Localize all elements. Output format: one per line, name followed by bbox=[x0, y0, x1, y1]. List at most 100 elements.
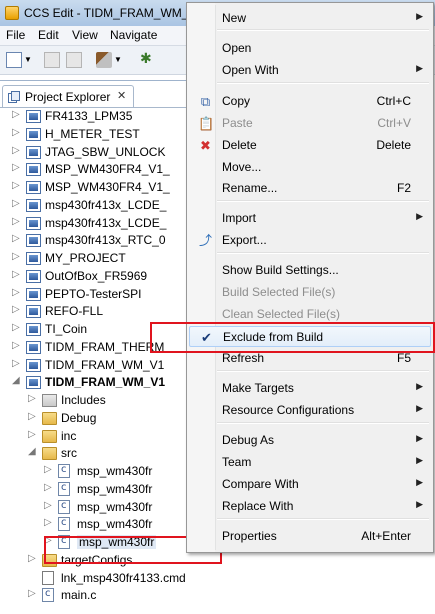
collapsed-arrow-icon[interactable]: ▷ bbox=[12, 304, 22, 315]
debug-bug-icon[interactable]: ✱ bbox=[140, 50, 156, 66]
project-item[interactable]: ▷ JTAG_SBW_UNLOCK bbox=[0, 144, 200, 162]
project-item[interactable]: ▷ H_METER_TEST bbox=[0, 126, 200, 144]
menu-item-label: Move... bbox=[222, 160, 262, 174]
close-icon[interactable]: ✕ bbox=[117, 89, 126, 102]
collapsed-arrow-icon[interactable]: ▷ bbox=[12, 198, 22, 209]
collapsed-arrow-icon[interactable]: ▷ bbox=[28, 393, 38, 404]
menu-item-export[interactable]: ⤴ Export... bbox=[189, 230, 431, 251]
tree-item[interactable]: lnk_msp430fr4133.cmd bbox=[0, 570, 200, 588]
menu-edit[interactable]: Edit bbox=[38, 28, 59, 42]
tree-item-label: src bbox=[61, 446, 77, 461]
collapsed-arrow-icon[interactable]: ▷ bbox=[28, 588, 38, 599]
file-item[interactable]: ▷ msp_wm430fr bbox=[0, 516, 200, 534]
collapsed-arrow-icon[interactable]: ▷ bbox=[12, 162, 22, 173]
save-icon[interactable] bbox=[44, 52, 60, 68]
menu-item-shortcut: Ctrl+V bbox=[377, 116, 411, 130]
new-icon[interactable] bbox=[6, 52, 22, 68]
project-item[interactable]: ▷ MSP_WM430FR4_V1_ bbox=[0, 179, 200, 197]
menu-navigate[interactable]: Navigate bbox=[110, 28, 157, 42]
build-dropdown-icon[interactable]: ▼ bbox=[114, 55, 124, 71]
project-item[interactable]: ▷ REFO-FLL bbox=[0, 303, 200, 321]
collapsed-arrow-icon[interactable]: ▷ bbox=[12, 180, 22, 191]
tab-label: Project Explorer bbox=[25, 90, 111, 104]
menu-item-label: Show Build Settings... bbox=[222, 263, 339, 277]
project-item[interactable]: ◢ TIDM_FRAM_WM_V1 bbox=[0, 374, 200, 392]
menu-item-show-build-settings[interactable]: Show Build Settings... bbox=[189, 260, 431, 281]
collapsed-arrow-icon[interactable]: ▷ bbox=[44, 500, 54, 511]
tree-item-label: msp_wm430fr bbox=[77, 499, 153, 514]
collapsed-arrow-icon[interactable]: ▷ bbox=[28, 429, 38, 440]
tab-project-explorer[interactable]: Project Explorer ✕ bbox=[2, 85, 134, 108]
menu-file[interactable]: File bbox=[6, 28, 25, 42]
expanded-arrow-icon[interactable]: ◢ bbox=[28, 446, 38, 457]
menu-item-make-targets[interactable]: Make Targets ▶ bbox=[189, 378, 431, 399]
project-icon bbox=[26, 110, 41, 123]
expanded-arrow-icon[interactable]: ◢ bbox=[12, 375, 22, 386]
collapsed-arrow-icon[interactable]: ▷ bbox=[44, 517, 54, 528]
menu-item-label: Build Selected File(s) bbox=[222, 285, 336, 299]
collapsed-arrow-icon[interactable]: ▷ bbox=[12, 251, 22, 262]
build-hammer-icon[interactable] bbox=[96, 52, 112, 68]
menu-item-copy[interactable]: ⧉ Copy Ctrl+C bbox=[189, 91, 431, 112]
menu-item-open[interactable]: Open bbox=[189, 38, 431, 59]
new-dropdown-icon[interactable]: ▼ bbox=[24, 55, 34, 71]
menu-item-open-with[interactable]: Open With ▶ bbox=[189, 60, 431, 81]
project-item[interactable]: ▷ MSP_WM430FR4_V1_ bbox=[0, 161, 200, 179]
collapsed-arrow-icon[interactable]: ▷ bbox=[28, 411, 38, 422]
c-file-icon bbox=[58, 517, 70, 532]
collapsed-arrow-icon[interactable]: ▷ bbox=[12, 340, 22, 351]
includes-icon bbox=[42, 394, 57, 407]
menu-item-rename[interactable]: Rename... F2 bbox=[189, 178, 431, 199]
collapsed-arrow-icon[interactable]: ▷ bbox=[12, 322, 22, 333]
file-item[interactable]: ▷ msp_wm430fr bbox=[0, 463, 200, 481]
collapsed-arrow-icon[interactable]: ▷ bbox=[12, 216, 22, 227]
paste-icon: 📋 bbox=[198, 116, 215, 131]
collapsed-arrow-icon[interactable]: ▷ bbox=[12, 287, 22, 298]
submenu-arrow-icon: ▶ bbox=[416, 477, 423, 487]
menu-item-new[interactable]: New ▶ bbox=[189, 8, 431, 29]
menu-item-replace-with[interactable]: Replace With ▶ bbox=[189, 496, 431, 517]
collapsed-arrow-icon[interactable]: ▷ bbox=[12, 109, 22, 120]
project-item[interactable]: ▷ PEPTO-TesterSPI bbox=[0, 286, 200, 304]
project-icon bbox=[26, 252, 41, 265]
collapsed-arrow-icon[interactable]: ▷ bbox=[12, 269, 22, 280]
file-item[interactable]: ▷ main.c bbox=[0, 587, 200, 605]
menu-item-label: New bbox=[222, 11, 247, 25]
collapsed-arrow-icon[interactable]: ▷ bbox=[44, 464, 54, 475]
project-item[interactable]: ▷ msp430fr413x_LCDE_ bbox=[0, 215, 200, 233]
menu-item-resource-configurations[interactable]: Resource Configurations ▶ bbox=[189, 400, 431, 421]
project-item[interactable]: ▷ msp430fr413x_RTC_0 bbox=[0, 232, 200, 250]
tree-item[interactable]: ▷ inc bbox=[0, 428, 200, 446]
tree-item[interactable]: ▷ Debug bbox=[0, 410, 200, 428]
menu-item-move[interactable]: Move... bbox=[189, 157, 431, 178]
file-item[interactable]: ▷ msp_wm430fr bbox=[0, 499, 200, 517]
menu-item-delete[interactable]: ✖ Delete Delete bbox=[189, 135, 431, 156]
tree-item[interactable]: ▷ Includes bbox=[0, 392, 200, 410]
submenu-arrow-icon: ▶ bbox=[416, 11, 423, 21]
tree-item-label: inc bbox=[61, 428, 77, 443]
save-all-icon[interactable] bbox=[66, 52, 82, 68]
file-item[interactable]: ▷ msp_wm430fr bbox=[0, 481, 200, 499]
menu-item-import[interactable]: Import ▶ bbox=[189, 208, 431, 229]
collapsed-arrow-icon[interactable]: ▷ bbox=[12, 145, 22, 156]
menu-item-label: Export... bbox=[222, 233, 267, 247]
collapsed-arrow-icon[interactable]: ▷ bbox=[28, 553, 38, 564]
menu-item-debug-as[interactable]: Debug As ▶ bbox=[189, 430, 431, 451]
menu-item-properties[interactable]: Properties Alt+Enter bbox=[189, 526, 431, 547]
project-item[interactable]: ▷ FR4133_LPM35 bbox=[0, 108, 200, 126]
tree-item-label: MSP_WM430FR4_V1_ bbox=[45, 162, 170, 177]
collapsed-arrow-icon[interactable]: ▷ bbox=[12, 358, 22, 369]
project-item[interactable]: ▷ msp430fr413x_LCDE_ bbox=[0, 197, 200, 215]
menu-view[interactable]: View bbox=[72, 28, 98, 42]
menu-item-compare-with[interactable]: Compare With ▶ bbox=[189, 474, 431, 495]
project-icon bbox=[26, 181, 41, 194]
menu-item-label: Import bbox=[222, 211, 257, 225]
menu-item-team[interactable]: Team ▶ bbox=[189, 452, 431, 473]
project-item[interactable]: ▷ TIDM_FRAM_WM_V1 bbox=[0, 357, 200, 375]
collapsed-arrow-icon[interactable]: ▷ bbox=[44, 482, 54, 493]
collapsed-arrow-icon[interactable]: ▷ bbox=[12, 233, 22, 244]
project-item[interactable]: ▷ OutOfBox_FR5969 bbox=[0, 268, 200, 286]
collapsed-arrow-icon[interactable]: ▷ bbox=[12, 127, 22, 138]
tree-item[interactable]: ◢ src bbox=[0, 445, 200, 463]
project-item[interactable]: ▷ MY_PROJECT bbox=[0, 250, 200, 268]
